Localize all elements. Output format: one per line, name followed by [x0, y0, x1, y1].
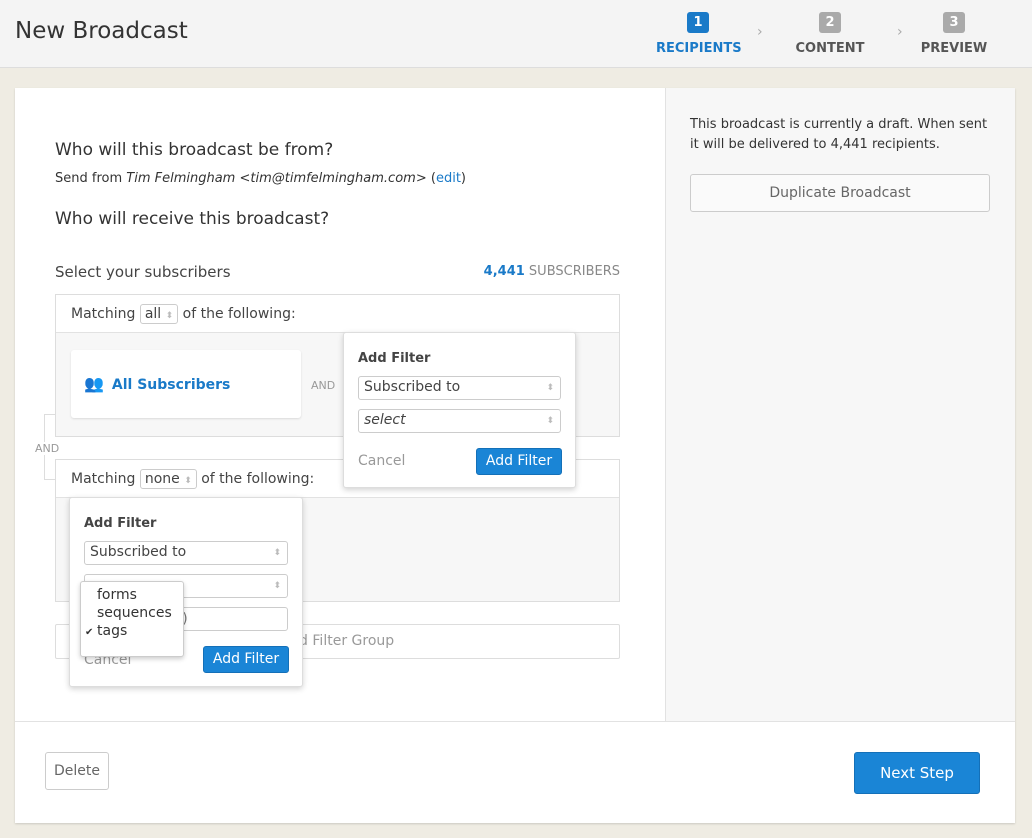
- group-header: Matching all ⬍ of the following:: [56, 295, 619, 333]
- select-arrows-icon: ⬍: [546, 383, 554, 393]
- send-from-label: Send from: [55, 171, 127, 186]
- filter-type-select[interactable]: Subscribed to ⬍: [84, 541, 288, 565]
- all-subscribers-filter[interactable]: 👥 All Subscribers: [71, 350, 301, 418]
- select-arrows-icon: ⬍: [165, 311, 174, 321]
- check-icon: ✔: [85, 627, 94, 638]
- matching-label: Matching: [71, 306, 136, 322]
- step-label: PREVIEW: [920, 41, 988, 56]
- users-icon: 👥: [84, 374, 104, 393]
- paren: ): [460, 171, 466, 186]
- step-number: 2: [819, 12, 841, 33]
- page-title: New Broadcast: [15, 18, 188, 44]
- filter-and-label: AND: [311, 379, 336, 392]
- dropdown-option[interactable]: sequences: [81, 604, 183, 622]
- receive-heading: Who will receive this broadcast?: [55, 209, 330, 229]
- next-step-button[interactable]: Next Step: [854, 752, 980, 794]
- filter-value-select[interactable]: select ⬍: [358, 409, 561, 433]
- step-number: 3: [943, 12, 965, 33]
- matching-label: Matching: [71, 471, 136, 487]
- filter-type-select[interactable]: Subscribed to ⬍: [358, 376, 561, 400]
- sender: Tim Felmingham <tim@timfelmingham.com>: [126, 171, 427, 186]
- duplicate-broadcast-button[interactable]: Duplicate Broadcast: [690, 174, 990, 212]
- select-value: select: [364, 412, 406, 428]
- add-filter-popup-1: Add Filter Subscribed to ⬍ select ⬍ Cancel…: [343, 332, 576, 488]
- paren: (: [426, 171, 436, 186]
- delete-button[interactable]: Delete: [45, 752, 109, 790]
- draft-status: This broadcast is currently a draft. Whe…: [690, 117, 988, 152]
- select-arrows-icon: ⬍: [273, 581, 281, 591]
- edit-link[interactable]: edit: [436, 171, 461, 186]
- dropdown-option[interactable]: forms: [81, 586, 183, 604]
- group-and-label: AND: [34, 442, 61, 455]
- match-select[interactable]: none ⬍: [139, 469, 197, 489]
- following-label: of the following:: [201, 471, 315, 487]
- select-arrows-icon: ⬍: [184, 476, 192, 486]
- subscriber-count: 4,441 SUBSCRIBERS: [440, 264, 620, 279]
- match-value: none: [144, 471, 180, 487]
- from-heading: Who will this broadcast be from?: [55, 140, 334, 160]
- step-preview[interactable]: 3 PREVIEW: [920, 12, 988, 56]
- add-filter-button[interactable]: Add Filter: [203, 646, 289, 673]
- step-label: RECIPIENTS: [656, 41, 742, 56]
- following-label: of the following:: [182, 306, 296, 322]
- count-suffix: SUBSCRIBERS: [524, 264, 620, 279]
- step-recipients[interactable]: 1 RECIPIENTS: [656, 12, 742, 56]
- cancel-link[interactable]: Cancel: [358, 453, 405, 469]
- option-label: tags: [97, 623, 128, 639]
- select-arrows-icon: ⬍: [273, 548, 281, 558]
- category-dropdown: forms sequences ✔ tags: [80, 581, 184, 657]
- select-arrows-icon: ⬍: [546, 416, 554, 426]
- select-subscribers-label: Select your subscribers: [55, 263, 231, 281]
- count-value: 4,441: [483, 264, 525, 279]
- select-value: Subscribed to: [90, 544, 187, 560]
- popup-title: Add Filter: [84, 516, 157, 531]
- step-content[interactable]: 2 CONTENT: [792, 12, 868, 56]
- popup-title: Add Filter: [358, 351, 431, 366]
- chevron-right-icon: ›: [897, 24, 903, 40]
- match-select[interactable]: all ⬍: [139, 304, 179, 324]
- divider: [15, 721, 1015, 722]
- step-number: 1: [687, 12, 709, 33]
- dropdown-option-selected[interactable]: ✔ tags: [81, 622, 183, 640]
- add-filter-button[interactable]: Add Filter: [476, 448, 562, 475]
- match-value: all: [144, 306, 162, 322]
- step-label: CONTENT: [795, 41, 865, 56]
- send-from-line: Send from Tim Felmingham <tim@timfelming…: [55, 171, 466, 186]
- select-value: Subscribed to: [364, 379, 461, 395]
- filter-label: All Subscribers: [111, 377, 231, 393]
- chevron-right-icon: ›: [757, 24, 763, 40]
